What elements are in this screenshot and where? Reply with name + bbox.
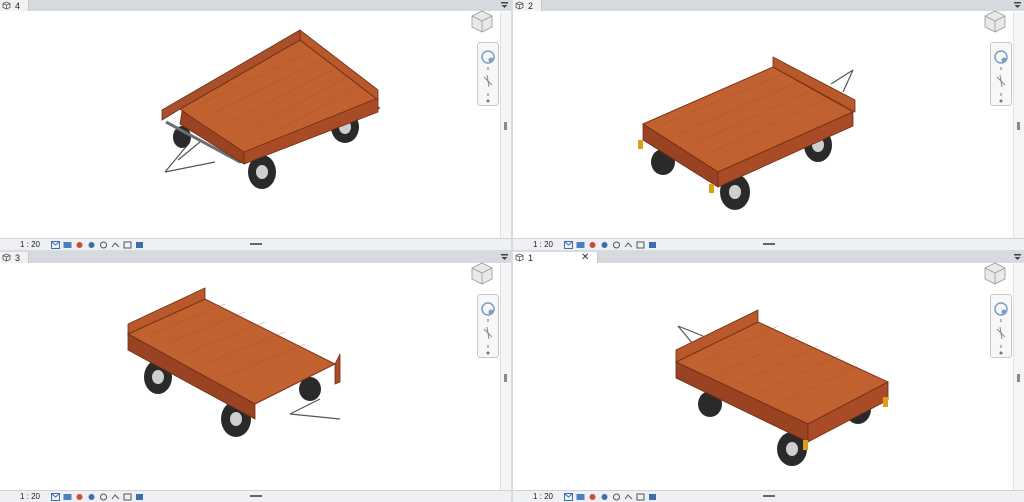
crop-view-icon[interactable] (110, 492, 120, 501)
split-handle[interactable] (249, 495, 262, 497)
3d-view-icon (515, 253, 524, 262)
show-crop-icon[interactable] (122, 240, 132, 249)
tab-strip (0, 252, 511, 263)
tab-label: 1 (528, 252, 534, 263)
show-crop-icon[interactable] (122, 492, 132, 501)
tab-label: 4 (15, 0, 21, 11)
navigation-bar[interactable] (477, 294, 499, 358)
3d-view-icon (515, 1, 524, 10)
trailer-model (638, 56, 856, 210)
hide-isolate-icon[interactable] (647, 492, 657, 501)
viewport-menu-icon[interactable] (1013, 1, 1022, 10)
drawing-canvas[interactable] (0, 264, 501, 491)
viewport-menu-icon[interactable] (500, 253, 509, 262)
close-icon[interactable]: ✕ (581, 253, 589, 263)
hide-isolate-icon[interactable] (134, 492, 144, 501)
drawing-canvas[interactable] (513, 12, 1014, 239)
view-tools (563, 240, 657, 249)
viewport-2[interactable]: 2 1 : 20 (513, 0, 1024, 250)
split-handle[interactable] (762, 495, 775, 497)
detail-level-icon[interactable] (50, 492, 60, 501)
viewport-3[interactable]: 3 1 : 20 (0, 252, 511, 502)
tab-strip (0, 0, 511, 11)
tab-label: 2 (528, 0, 534, 11)
render-icon[interactable] (611, 240, 621, 249)
show-crop-icon[interactable] (635, 492, 645, 501)
sun-path-icon[interactable] (587, 492, 597, 501)
navigation-bar[interactable] (990, 294, 1012, 358)
scrollbar-thumb[interactable] (1017, 122, 1020, 130)
visual-style-icon[interactable] (62, 240, 72, 249)
view-cube[interactable] (469, 260, 495, 286)
crop-view-icon[interactable] (110, 240, 120, 249)
tab-view-4[interactable]: 4 (0, 0, 30, 11)
tab-view-3[interactable]: 3 (0, 252, 30, 263)
view-control-bar: 1 : 20 (0, 238, 511, 250)
detail-level-icon[interactable] (50, 240, 60, 249)
vertical-scrollbar[interactable] (1013, 264, 1024, 491)
view-tools (50, 240, 144, 249)
scrollbar-thumb[interactable] (504, 122, 507, 130)
trailer-model (674, 309, 890, 466)
vertical-scrollbar[interactable] (500, 264, 511, 491)
3d-view-icon (2, 253, 11, 262)
crop-view-icon[interactable] (623, 492, 633, 501)
view-cube[interactable] (469, 8, 495, 34)
scrollbar-thumb[interactable] (504, 374, 507, 382)
view-scale[interactable]: 1 : 20 (12, 492, 48, 501)
3d-view-icon (2, 1, 11, 10)
tab-view-2[interactable]: 2 (513, 0, 543, 11)
view-scale[interactable]: 1 : 20 (525, 492, 561, 501)
navigation-bar[interactable] (477, 42, 499, 106)
shadows-icon[interactable] (599, 492, 609, 501)
hide-isolate-icon[interactable] (647, 240, 657, 249)
navigation-bar[interactable] (990, 42, 1012, 106)
vertical-scrollbar[interactable] (1013, 12, 1024, 239)
tab-view-1[interactable]: 1 ✕ (513, 252, 599, 263)
split-handle[interactable] (762, 243, 775, 245)
visual-style-icon[interactable] (575, 492, 585, 501)
hide-isolate-icon[interactable] (134, 240, 144, 249)
render-icon[interactable] (98, 240, 108, 249)
view-scale[interactable]: 1 : 20 (525, 240, 561, 249)
sun-path-icon[interactable] (74, 240, 84, 249)
view-tools (50, 492, 144, 501)
crop-view-icon[interactable] (623, 240, 633, 249)
render-icon[interactable] (611, 492, 621, 501)
tab-strip (513, 0, 1024, 11)
view-control-bar: 1 : 20 (513, 490, 1024, 502)
view-tools (563, 492, 657, 501)
show-crop-icon[interactable] (635, 240, 645, 249)
viewport-menu-icon[interactable] (500, 1, 509, 10)
trailer-model (126, 287, 341, 437)
tab-label: 3 (15, 252, 21, 263)
detail-level-icon[interactable] (563, 240, 573, 249)
scrollbar-thumb[interactable] (1017, 374, 1020, 382)
shadows-icon[interactable] (599, 240, 609, 249)
shadows-icon[interactable] (86, 240, 96, 249)
view-cube[interactable] (982, 260, 1008, 286)
sun-path-icon[interactable] (74, 492, 84, 501)
viewport-menu-icon[interactable] (1013, 253, 1022, 262)
drawing-canvas[interactable] (0, 12, 501, 239)
visual-style-icon[interactable] (62, 492, 72, 501)
view-cube[interactable] (982, 8, 1008, 34)
view-control-bar: 1 : 20 (513, 238, 1024, 250)
vertical-scrollbar[interactable] (500, 12, 511, 239)
sun-path-icon[interactable] (587, 240, 597, 249)
drawing-canvas[interactable] (513, 264, 1014, 491)
trailer-model (161, 29, 381, 189)
detail-level-icon[interactable] (563, 492, 573, 501)
view-scale[interactable]: 1 : 20 (12, 240, 48, 249)
viewport-1[interactable]: 1 ✕ 1 : 20 (513, 252, 1024, 502)
shadows-icon[interactable] (86, 492, 96, 501)
render-icon[interactable] (98, 492, 108, 501)
viewport-4[interactable]: 4 1 : 20 (0, 0, 511, 250)
split-handle[interactable] (249, 243, 262, 245)
visual-style-icon[interactable] (575, 240, 585, 249)
view-control-bar: 1 : 20 (0, 490, 511, 502)
